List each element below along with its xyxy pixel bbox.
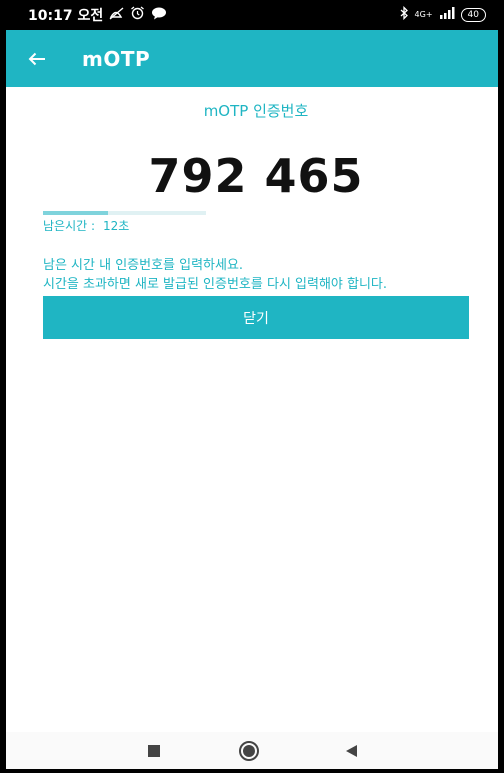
status-bar: 10:17 오전 4G+ 40: [6, 0, 498, 30]
battery-icon: 40: [460, 8, 486, 22]
muted-notification-icon: [109, 6, 124, 24]
page-title: mOTP: [82, 46, 151, 71]
instruction-line-1: 남은 시간 내 인증번호를 입력하세요.: [43, 258, 244, 273]
talk-icon: [151, 7, 167, 24]
navigation-bar: [6, 732, 498, 769]
remaining-time: 남은시간 : 12초: [43, 217, 469, 234]
bluetooth-icon: [399, 5, 409, 24]
status-left: 10:17 오전: [28, 5, 167, 25]
network-type: 4G+: [414, 10, 433, 19]
status-right: 4G+ 40: [399, 5, 486, 24]
arrow-left-icon: [28, 52, 45, 65]
otp-label: mOTP 인증번호: [203, 102, 309, 120]
otp-content: mOTP 인증번호 792 465 남은시간 : 12초 남은 시간 내 인증번호…: [6, 100, 498, 339]
app-bar: mOTP: [6, 30, 498, 87]
recent-apps-button[interactable]: [138, 735, 170, 767]
time-progress-fill: [43, 211, 109, 215]
remaining-time-label: 남은시간 :: [43, 219, 96, 233]
time-progress-bar: [43, 211, 206, 215]
otp-code: 792 465: [148, 149, 364, 203]
back-button[interactable]: [6, 30, 68, 87]
instruction-line-2: 시간을 초과하면 새로 발급된 인증번호를 다시 입력해야 합니다.: [43, 277, 388, 292]
home-button[interactable]: [233, 735, 265, 767]
remaining-time-value: 12초: [103, 219, 130, 233]
square-icon: [147, 744, 160, 757]
circle-icon: [238, 740, 259, 761]
status-time: 10:17 오전: [28, 8, 104, 24]
triangle-left-icon: [345, 744, 357, 757]
instruction-message: 남은 시간 내 인증번호를 입력하세요. 시간을 초과하면 새로 발급된 인증번…: [43, 256, 469, 294]
phone-screen: 10:17 오전 4G+ 40 mOTP mOTP 인증번호 792 465 남…: [0, 0, 504, 773]
signal-icon: [439, 7, 455, 23]
nav-back-button[interactable]: [335, 735, 367, 767]
close-button[interactable]: 닫기: [43, 296, 469, 339]
alarm-icon: [130, 6, 145, 24]
